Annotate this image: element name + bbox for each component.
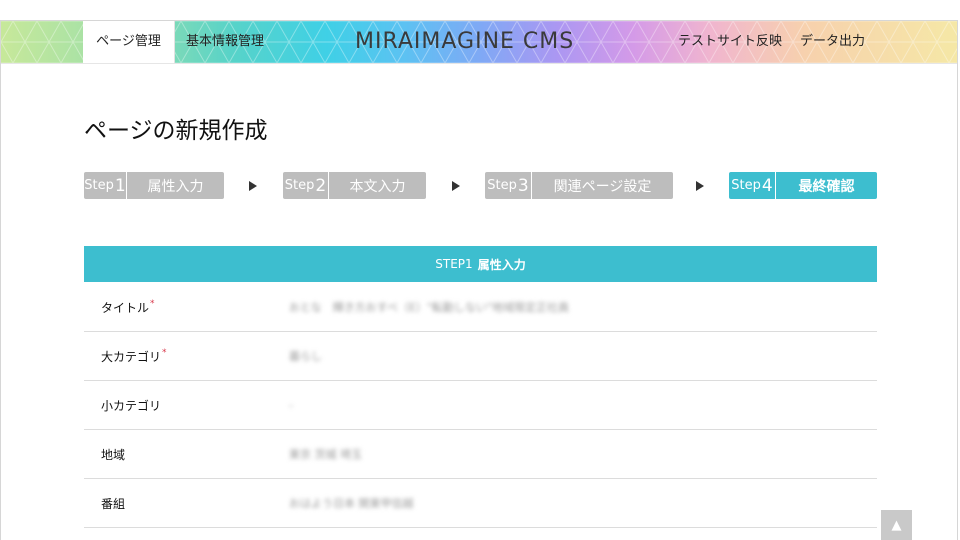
page-title: ページの新規作成 (84, 118, 268, 144)
required-mark: * (162, 347, 167, 358)
step-label: 本文入力 (349, 178, 406, 195)
table-row: タイトル* おとな 輝き方おすべ（E）"転勤しない"地域限定正社員 (84, 283, 877, 332)
step-prefix: Step (487, 178, 517, 193)
app-logo: MIRAIMAGINE CMS (355, 29, 575, 54)
step-arrow-icon (249, 181, 257, 191)
step-digit: 1 (114, 175, 126, 196)
app-frame: ページ管理 基本情報管理 MIRAIMAGINE CMS テストサイト反映 デー… (0, 20, 958, 540)
field-label-text: タイトル (101, 300, 150, 315)
step-1: Step 1 属性入力 (84, 172, 224, 199)
table-row: 地域 東京 茨城 埼玉 (84, 429, 877, 479)
step-label: 関連ページ設定 (553, 178, 652, 195)
table-row: 番組 おはよう日本 関東甲信越 (84, 479, 877, 528)
step-prefix: Step (84, 178, 114, 193)
step-prefix: Step (731, 178, 761, 193)
field-label: 地域 (84, 446, 289, 463)
step-digit: 3 (517, 175, 529, 196)
step-number: Step 4 (729, 172, 776, 199)
step-number: Step 1 (84, 172, 127, 199)
step-4-current: Step 4 最終確認 (729, 172, 877, 199)
field-label: タイトル* (84, 299, 289, 316)
section-label: 属性入力 (477, 257, 526, 272)
step-progress: Step 1 属性入力 Step 2 本文入力 Step 3 関連ページ設定 Step… (84, 172, 877, 199)
field-label-text: 番組 (101, 496, 126, 511)
arrow-up-icon: ▲ (891, 518, 902, 533)
section-header: STEP1 属性入力 (84, 246, 877, 282)
nav-test-site-publish[interactable]: テストサイト反映 (678, 21, 782, 63)
step-3: Step 3 関連ページ設定 (485, 172, 673, 199)
nav-page-management[interactable]: ページ管理 (83, 21, 175, 63)
required-mark: * (150, 298, 155, 309)
nav-basic-info[interactable]: 基本情報管理 (186, 21, 264, 63)
field-value: 東京 茨城 埼玉 (289, 448, 362, 461)
step-2: Step 2 本文入力 (283, 172, 426, 199)
step-prefix: Step (284, 178, 315, 193)
field-value: おとな 輝き方おすべ（E）"転勤しない"地域限定正社員 (289, 301, 569, 314)
step-digit: 4 (761, 175, 773, 196)
step-arrow-icon (696, 181, 704, 191)
step-number: Step 3 (485, 172, 532, 199)
step-label: 最終確認 (798, 178, 855, 195)
field-label: 小カテゴリ (84, 397, 289, 414)
step-digit: 2 (315, 175, 327, 196)
attribute-table: タイトル* おとな 輝き方おすべ（E）"転勤しない"地域限定正社員 大カテゴリ*… (84, 283, 877, 528)
table-row: 大カテゴリ* 暮らし (84, 332, 877, 381)
back-to-top-button[interactable]: ▲ (881, 510, 912, 540)
step-label: 属性入力 (147, 178, 204, 195)
field-label-text: 大カテゴリ (101, 349, 162, 364)
table-row: 小カテゴリ - (84, 381, 877, 429)
field-label: 番組 (84, 495, 289, 512)
header-bar: ページ管理 基本情報管理 MIRAIMAGINE CMS テストサイト反映 デー… (1, 21, 957, 64)
field-value: おはよう日本 関東甲信越 (289, 497, 414, 510)
step-arrow-icon (452, 181, 460, 191)
field-value: 暮らし (289, 350, 322, 363)
field-label: 大カテゴリ* (84, 348, 289, 365)
section-prefix: STEP1 (435, 257, 473, 271)
field-label-text: 小カテゴリ (101, 398, 162, 413)
field-label-text: 地域 (101, 447, 126, 462)
step-number: Step 2 (283, 172, 329, 199)
nav-data-export[interactable]: データ出力 (800, 21, 865, 63)
field-value: - (289, 398, 293, 412)
